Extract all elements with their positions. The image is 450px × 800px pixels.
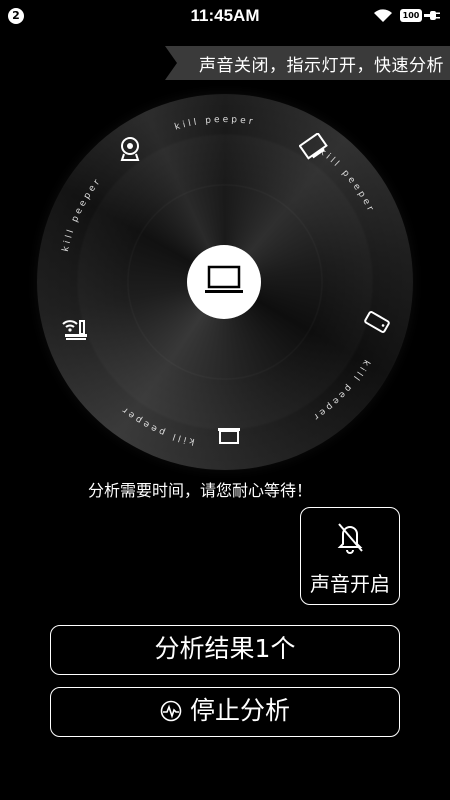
stop-analysis-label: 停止分析 bbox=[189, 696, 290, 725]
mode-banner: 声音关闭，指示灯开，快速分析 bbox=[165, 46, 450, 80]
ring-label-5: kill peeper bbox=[119, 403, 193, 446]
ring-label-1: kill peeper bbox=[61, 176, 101, 253]
ring-label-4: kill peeper bbox=[309, 358, 368, 423]
center-scan-button[interactable] bbox=[187, 245, 261, 319]
analysis-result-label: 分析结果1个 bbox=[154, 634, 296, 663]
ring-label-2: kill peeper bbox=[174, 115, 254, 133]
stop-analysis-button[interactable]: 停止分析 bbox=[50, 687, 400, 737]
svg-text:kill peeper: kill peeper bbox=[174, 115, 257, 133]
svg-text:kill peeper: kill peeper bbox=[309, 358, 371, 423]
wifi-icon bbox=[374, 9, 392, 22]
laptop-icon bbox=[205, 265, 243, 293]
bell-muted-icon bbox=[337, 523, 363, 554]
analysis-result-button[interactable]: 分析结果1个 bbox=[50, 625, 400, 675]
svg-text:kill peeper: kill peeper bbox=[61, 176, 104, 253]
monitor-icon bbox=[299, 133, 328, 160]
mode-banner-text: 声音关闭，指示灯开，快速分析 bbox=[199, 56, 444, 76]
webcam-icon bbox=[120, 137, 140, 161]
projector-icon bbox=[218, 428, 240, 444]
charging-plug-icon bbox=[424, 11, 440, 20]
sound-toggle-label: 声音开启 bbox=[310, 572, 390, 596]
svg-text:kill peeper: kill peeper bbox=[119, 403, 196, 446]
battery-icon: 100 bbox=[400, 9, 422, 22]
pulse-icon bbox=[160, 700, 182, 722]
wifi-camera-icon bbox=[62, 320, 87, 340]
sound-toggle-button[interactable]: 声音开启 bbox=[300, 507, 400, 605]
wait-message: 分析需要时间，请您耐心等待！ bbox=[88, 481, 313, 500]
phone-icon bbox=[364, 311, 390, 333]
status-bar: 2 11:45AM 100 bbox=[0, 0, 450, 34]
